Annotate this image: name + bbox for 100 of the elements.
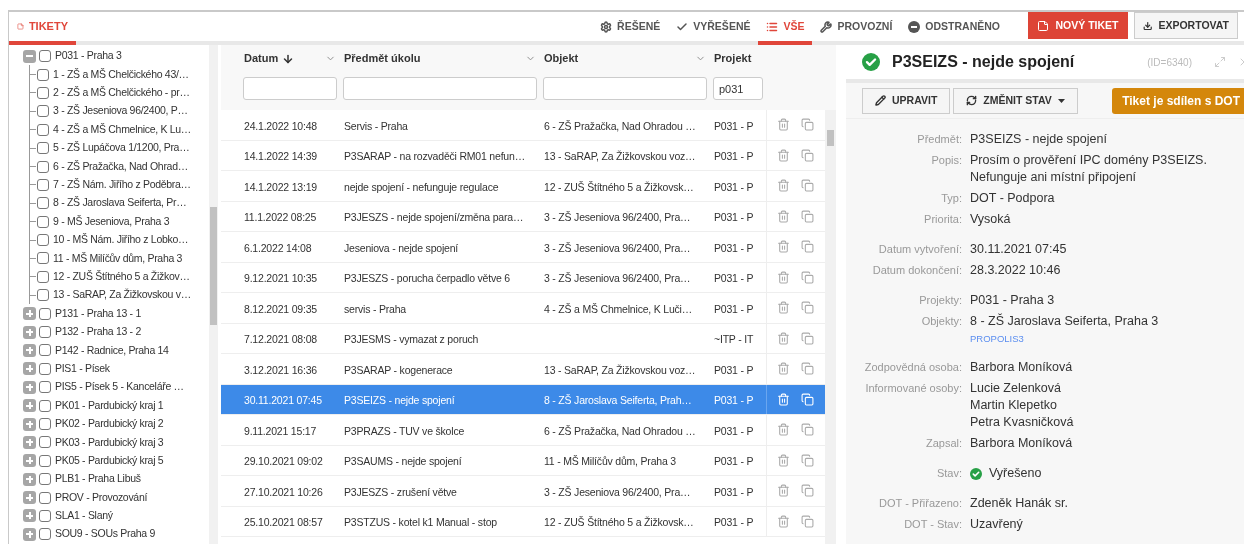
filter-tab[interactable]: ŘEŠENÉ	[592, 12, 669, 45]
checkbox[interactable]	[37, 142, 49, 155]
checkbox[interactable]	[39, 326, 51, 339]
filter-tab[interactable]: PROVOZNÍ	[812, 12, 901, 45]
expand-icon[interactable]	[23, 527, 36, 541]
tree-item-label[interactable]: PLB1 - Praha Libuš	[55, 471, 141, 488]
collapse-icon[interactable]	[23, 49, 36, 63]
expand-icon[interactable]	[23, 435, 36, 449]
table-row[interactable]: 27.10.2021 10:26 P3JESZS - zrušení větve 3 - ZŠ Jeseniova 96/2400, Pra… P031 - P	[221, 476, 825, 507]
tree-item-label[interactable]: 6 - ZŠ Pražačka, Nad Ohrad…	[53, 158, 188, 175]
scrollbar-thumb[interactable]	[827, 130, 834, 146]
checkbox[interactable]	[39, 473, 51, 486]
checkbox[interactable]	[37, 123, 49, 136]
expand-icon[interactable]	[23, 343, 36, 357]
tree-item-label[interactable]: 3 - ZŠ Jeseniova 96/2400, P…	[53, 103, 188, 120]
column-header[interactable]: Předmět úkolu	[340, 50, 540, 67]
tree-item-label[interactable]: PK03 - Pardubický kraj 3	[55, 434, 164, 451]
tree-item-label[interactable]: 9 - MŠ Jeseniova, Praha 3	[53, 213, 170, 230]
tree-item-label[interactable]: PK01 - Pardubický kraj 1	[55, 397, 164, 414]
export-button[interactable]: EXPORTOVAT	[1134, 12, 1238, 39]
tree-item-label[interactable]: 7 - ZŠ Nám. Jiřího z Poděbra…	[53, 177, 191, 193]
filter-field[interactable]	[543, 77, 707, 101]
table-row[interactable]: 3.12.2021 16:36 P3SARAP - kogenerace 13 - SaRAP, Za Žižkovskou voz… P031 - P	[221, 354, 825, 385]
filter-field[interactable]: p031	[713, 77, 763, 101]
table-row[interactable]: 11.1.2022 08:25 P3JESZS - nejde spojení/změna para… 3 - ZŠ Jeseniova 96/2400, Pra… P031 - P	[221, 201, 825, 232]
checkbox[interactable]	[37, 197, 49, 210]
column-header[interactable]: Projekt	[710, 50, 766, 67]
checkbox[interactable]	[37, 178, 49, 191]
tree-item-label[interactable]: P131 - Praha 13 - 1	[55, 305, 141, 322]
table-row[interactable]: 9.12.2021 10:35 P3JESZS - porucha čerpadlo větve 6 3 - ZŠ Jeseniova 96/2400, Pra… P031 - P	[221, 262, 825, 293]
filter-tab[interactable]: VYŘEŠENÉ	[668, 12, 759, 45]
table-row[interactable]: 14.1.2022 14:39 P3SARAP - na rozvaděči RM01 nefun… 13 - SaRAP, Za Žižkovskou voz… P031 - P	[221, 140, 825, 171]
tickets-tab[interactable]: TIKETY	[9, 12, 76, 45]
checkbox[interactable]	[39, 454, 51, 467]
checkbox[interactable]	[37, 68, 49, 81]
expand-icon[interactable]	[23, 454, 36, 468]
checkbox[interactable]	[37, 252, 49, 265]
tree-item-label[interactable]: PK02 - Pardubický kraj 2	[55, 416, 164, 432]
checkbox[interactable]	[39, 509, 51, 522]
tree-item-label[interactable]: PIS1 - Písek	[55, 360, 110, 377]
table-row[interactable]: 25.10.2021 08:57 P3STZUS - kotel k1 Manual - stop 12 - ZUŠ Štítného 5 a Žižkovsk… P031 - P	[221, 506, 825, 537]
tree-item-label[interactable]: 2 - ZŠ a MŠ Chelčického - pr…	[53, 85, 190, 101]
checkbox[interactable]	[39, 436, 51, 449]
expand-icon[interactable]	[23, 380, 36, 394]
checkbox[interactable]	[39, 362, 51, 375]
expand-icon[interactable]	[23, 325, 36, 339]
edit-button[interactable]: UPRAVIT	[862, 87, 951, 114]
table-row[interactable]: 8.12.2021 09:35 servis - Praha 4 - ZŠ a MŠ Chmelnice, K Luči… P031 - P	[221, 293, 825, 324]
tree-item-label[interactable]: P031 - Praha 3	[55, 48, 122, 65]
tree-item-label[interactable]: 12 - ZUŠ Štítného 5 a Žižkov…	[53, 269, 190, 285]
expand-icon[interactable]	[23, 417, 36, 431]
checkbox[interactable]	[39, 418, 51, 430]
filter-field[interactable]	[243, 77, 337, 101]
checkbox[interactable]	[37, 270, 49, 283]
checkbox[interactable]	[37, 105, 49, 118]
checkbox[interactable]	[37, 160, 49, 173]
table-row[interactable]: 29.10.2021 09:02 P3SAUMS - nejde spojení 11 - MŠ Milíčův dům, Praha 3 P031 - P	[221, 445, 825, 476]
checkbox[interactable]	[39, 381, 51, 394]
change-status-button[interactable]: ZMĚNIT STAV	[953, 87, 1078, 114]
checkbox[interactable]	[39, 399, 51, 412]
tree-item-label[interactable]: 1 - ZŠ a MŠ Chelčického 43/…	[53, 66, 189, 83]
expand-icon[interactable]	[23, 472, 36, 486]
checkbox[interactable]	[37, 215, 49, 228]
tree-item-label[interactable]: P142 - Radnice, Praha 14	[55, 342, 169, 359]
checkbox[interactable]	[37, 86, 49, 99]
table-row[interactable]: 7.12.2021 08:08 P3JESMS - vymazat z poruch ~ITP - IT	[221, 323, 825, 354]
checkbox[interactable]	[39, 528, 51, 541]
table-row[interactable]: 30.11.2021 07:45 P3SEIZS - nejde spojení 8 - ZŠ Jaroslava Seiferta, Prah… P031 - P	[221, 384, 825, 415]
table-row[interactable]: 6.1.2022 14:08 Jeseniova - nejde spojení 3 - ZŠ Jeseniova 96/2400, Pra… P031 - P	[221, 232, 825, 263]
checkbox[interactable]	[37, 289, 49, 302]
tree-item-label[interactable]: 13 - SaRAP, Za Žižkovskou v…	[53, 287, 191, 304]
filter-field[interactable]	[343, 77, 537, 101]
new-ticket-button[interactable]: NOVÝ TIKET	[1028, 12, 1128, 39]
tree-item-label[interactable]: 4 - ZŠ a MŠ Chmelnice, K Lu…	[53, 121, 192, 138]
filter-tab[interactable]: ODSTRANĚNO	[900, 12, 1008, 45]
expand-icon[interactable]	[23, 491, 36, 505]
column-header[interactable]: Objekt	[540, 50, 710, 67]
tree-item-label[interactable]: SLA1 - Slaný	[55, 508, 113, 524]
tree-item-label[interactable]: SOU9 - SOUs Praha 9	[55, 526, 155, 543]
tree-item-label[interactable]: PK05 - Pardubický kraj 5	[55, 452, 164, 469]
expand-icon[interactable]	[23, 509, 36, 523]
tree-item-label[interactable]: 11 - MŠ Milíčův dům, Praha 3	[53, 250, 183, 267]
expand-icon[interactable]	[23, 399, 36, 413]
checkbox[interactable]	[39, 344, 51, 357]
scrollbar-thumb[interactable]	[210, 207, 217, 325]
column-header[interactable]: Datum	[240, 50, 340, 67]
expand-icon[interactable]	[23, 362, 36, 376]
table-row[interactable]: 14.1.2022 13:19 nejde spojení - nefunguje regulace 12 - ZUŠ Štítného 5 a Žižkovsk… P031 - P	[221, 171, 825, 202]
tree-item-label[interactable]: 5 - ZŠ Lupáčova 1/1200, Pra…	[53, 140, 190, 156]
tree-item-label[interactable]: 10 - MŠ Nám. Jiřího z Lobko…	[53, 232, 189, 248]
expand-icon[interactable]	[23, 307, 36, 321]
tree-item-label[interactable]: PIS5 - Písek 5 - Kanceláře …	[55, 379, 184, 396]
tree-item-label[interactable]: PROV - Provozování	[55, 489, 148, 506]
checkbox[interactable]	[39, 491, 51, 504]
table-row[interactable]: 9.11.2021 15:17 P3PRAZS - TUV ve školce 6 - ZŠ Pražačka, Nad Ohradou … P031 - P	[221, 415, 825, 446]
tree-item-label[interactable]: 8 - ZŠ Jaroslava Seiferta, Pr…	[53, 195, 187, 212]
checkbox[interactable]	[39, 50, 51, 63]
tree-item-label[interactable]: P132 - Praha 13 - 2	[55, 324, 141, 340]
table-row[interactable]: 24.1.2022 10:48 Servis - Praha 6 - ZŠ Pražačka, Nad Ohradou … P031 - P	[221, 110, 825, 141]
checkbox[interactable]	[37, 234, 49, 247]
